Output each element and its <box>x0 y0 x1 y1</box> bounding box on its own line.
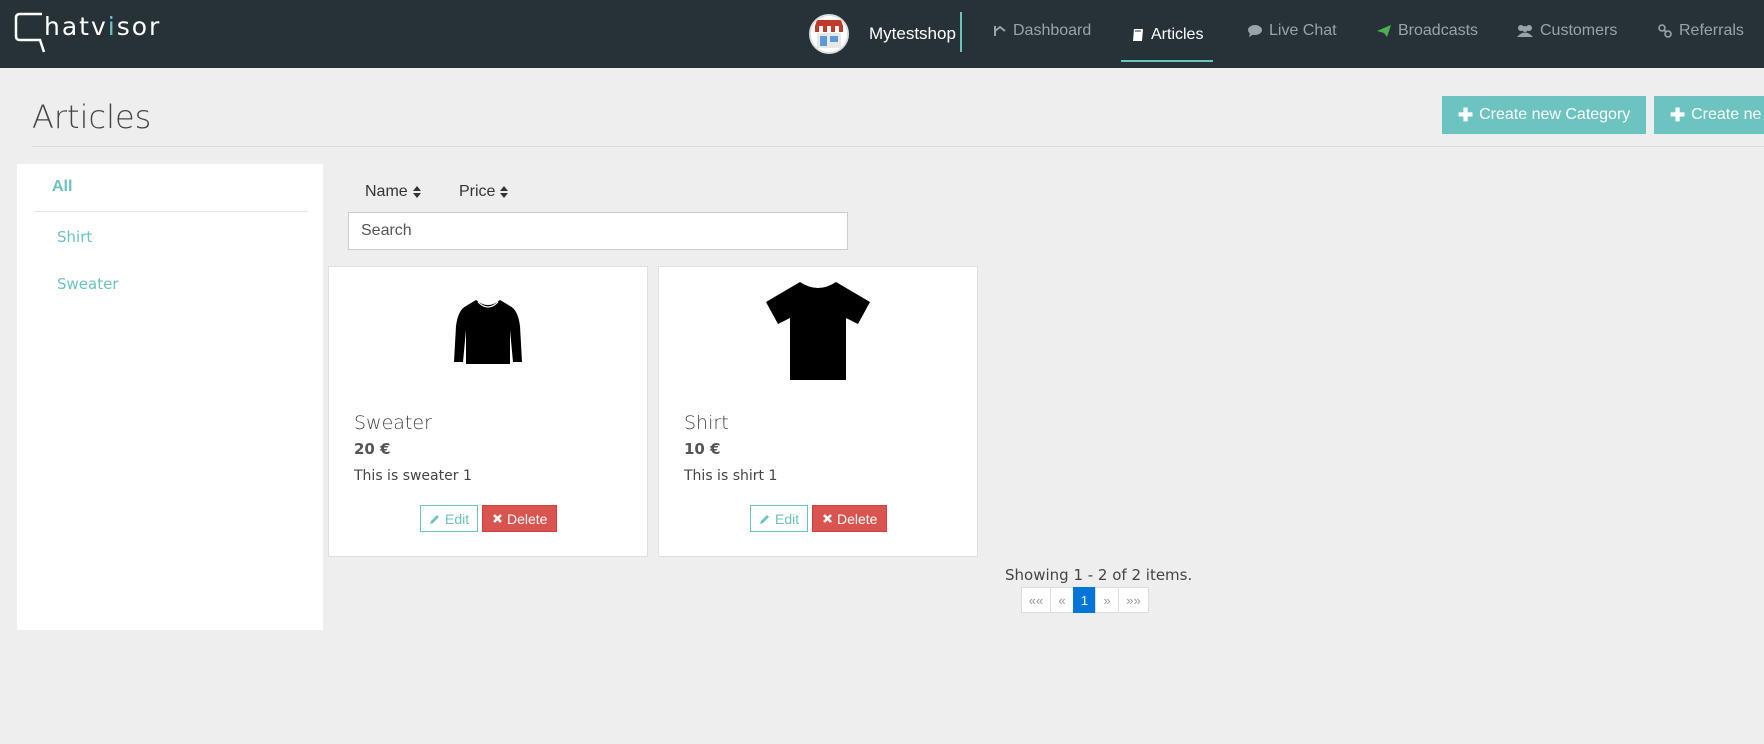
article-image <box>329 277 647 387</box>
sidebar-item-all[interactable]: All <box>52 178 72 196</box>
delete-label: Delete <box>837 510 878 527</box>
article-card-sweater: Sweater 20 € This is sweater 1 Edit Dele… <box>328 266 648 557</box>
dashboard-icon <box>994 25 1006 36</box>
sort-name-label: Name <box>365 183 408 200</box>
delete-button[interactable]: Delete <box>482 505 558 532</box>
plus-icon: ✚ <box>1458 104 1474 125</box>
page-first-button[interactable]: «« <box>1021 587 1051 613</box>
sort-price-label: Price <box>459 183 496 200</box>
create-article-button[interactable]: ✚ Create ne <box>1654 96 1764 134</box>
pagination: «« « 1 » »» <box>1021 587 1149 613</box>
sort-icon <box>412 186 421 198</box>
top-navbar: hatvisor Mytestshop Dashboard Articles L… <box>0 0 1764 68</box>
page-prev-button[interactable]: « <box>1050 587 1074 613</box>
page-next-button[interactable]: » <box>1095 587 1119 613</box>
create-article-label: Create ne <box>1691 106 1762 123</box>
edit-label: Edit <box>775 510 800 527</box>
chat-bubble-icon <box>1248 25 1262 37</box>
storefront-icon <box>811 16 847 52</box>
create-category-button[interactable]: ✚ Create new Category <box>1442 96 1647 134</box>
shop-name: Mytestshop <box>869 24 956 43</box>
nav-customers[interactable]: Customers <box>1516 0 1617 62</box>
nav-broadcasts-label: Broadcasts <box>1398 22 1479 39</box>
nav-live-chat[interactable]: Live Chat <box>1247 0 1337 62</box>
search-input[interactable] <box>348 212 848 250</box>
shop-switcher[interactable]: Mytestshop <box>809 12 956 56</box>
page-last-button[interactable]: »» <box>1118 587 1149 613</box>
nav-articles-label: Articles <box>1151 26 1204 43</box>
logo-wordmark: hatvisor <box>44 12 162 41</box>
link-icon <box>1658 24 1672 38</box>
article-card-shirt: Shirt 10 € This is shirt 1 Edit Delete <box>658 266 978 557</box>
page-title: Articles <box>32 98 152 136</box>
sidebar-item-shirt[interactable]: Shirt <box>57 228 92 246</box>
book-icon <box>1133 29 1143 41</box>
nav-broadcasts[interactable]: Broadcasts <box>1376 0 1478 62</box>
page-1-button[interactable]: 1 <box>1073 587 1096 613</box>
article-title: Shirt <box>684 412 729 434</box>
delete-button[interactable]: Delete <box>812 505 888 532</box>
nav-dashboard[interactable]: Dashboard <box>993 0 1091 62</box>
edit-button[interactable]: Edit <box>750 505 809 532</box>
paper-plane-icon <box>1377 25 1391 37</box>
sort-by-name[interactable]: Name <box>365 183 422 201</box>
edit-label: Edit <box>445 510 470 527</box>
chatvisor-logo[interactable]: hatvisor <box>14 10 164 56</box>
plus-icon: ✚ <box>1670 104 1686 125</box>
shop-avatar <box>809 14 849 54</box>
sweater-icon <box>454 300 522 364</box>
category-sidebar: All Shirt Sweater <box>17 164 323 630</box>
pagination-summary: Showing 1 - 2 of 2 items. <box>1005 566 1193 584</box>
article-image <box>659 277 977 387</box>
users-icon <box>1517 25 1533 37</box>
sort-by-price[interactable]: Price <box>459 183 509 201</box>
close-icon <box>493 514 502 523</box>
header-divider <box>32 146 1764 147</box>
pencil-icon <box>760 514 769 524</box>
edit-button[interactable]: Edit <box>420 505 479 532</box>
pencil-icon <box>430 514 439 524</box>
article-price: 10 € <box>684 440 721 458</box>
close-icon <box>823 514 832 523</box>
nav-customers-label: Customers <box>1540 22 1618 39</box>
nav-articles[interactable]: Articles <box>1121 10 1214 62</box>
delete-label: Delete <box>507 510 548 527</box>
article-title: Sweater <box>354 412 432 434</box>
nav-dashboard-label: Dashboard <box>1013 22 1092 39</box>
sidebar-item-sweater[interactable]: Sweater <box>57 275 119 293</box>
create-category-label: Create new Category <box>1479 106 1631 123</box>
sort-icon <box>500 186 509 198</box>
shop-divider <box>960 12 962 52</box>
nav-referrals[interactable]: Referrals <box>1657 0 1744 62</box>
article-description: This is sweater 1 <box>354 468 472 484</box>
article-price: 20 € <box>354 440 391 458</box>
sidebar-divider <box>34 211 308 212</box>
article-description: This is shirt 1 <box>684 468 778 484</box>
nav-live-chat-label: Live Chat <box>1269 22 1337 39</box>
tshirt-icon <box>766 282 870 380</box>
nav-referrals-label: Referrals <box>1679 22 1744 39</box>
